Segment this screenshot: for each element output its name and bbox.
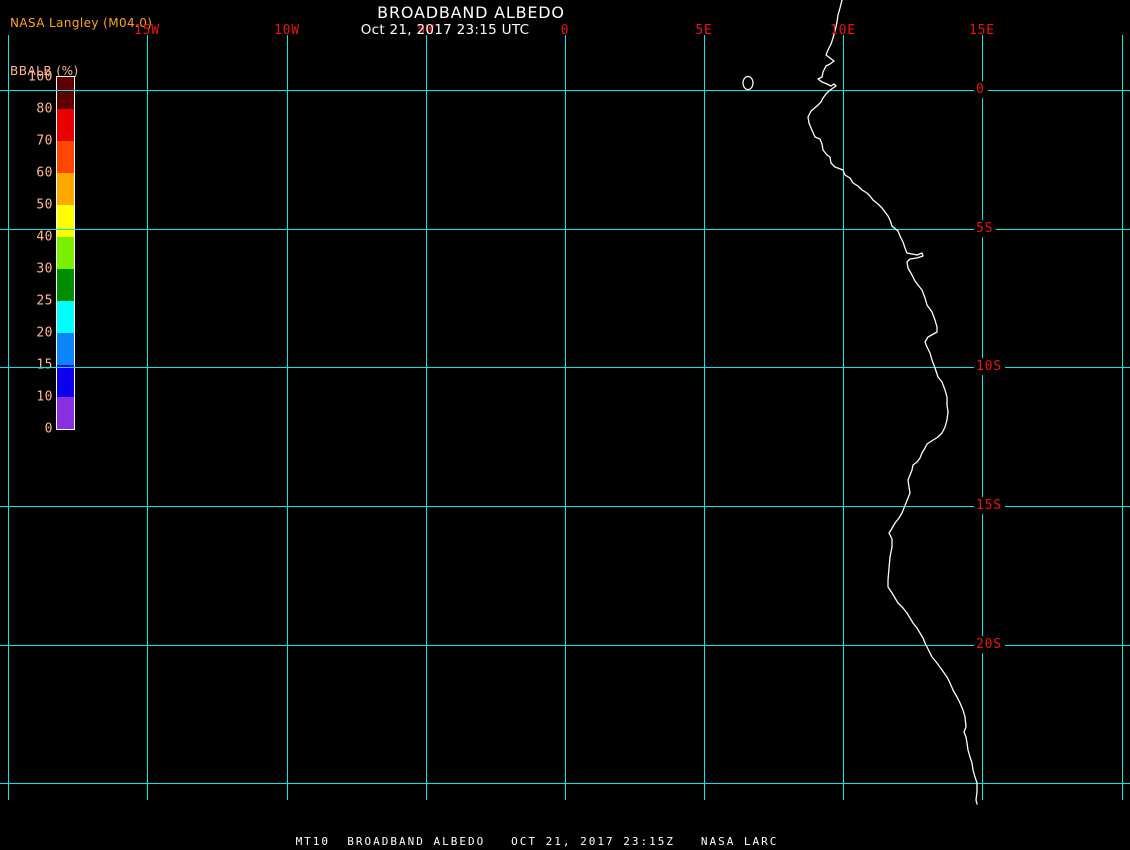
sao-tome-island-outline: [742, 75, 754, 91]
africa-west-coastline: [807, 0, 978, 805]
lat-label-0: 0: [974, 81, 988, 99]
albedo-map-screen: NASA Langley (M04.0) BROADBAND ALBEDO Oc…: [0, 0, 1130, 850]
lat-label-15S: 15S: [974, 497, 1005, 515]
lon-label-15W: 15W: [134, 23, 160, 38]
lat-label-10S: 10S: [974, 358, 1005, 376]
page-subtitle-timestamp: Oct 21, 2017 23:15 UTC: [360, 22, 530, 38]
lon-label-0: 0: [560, 23, 570, 38]
page-title: BROADBAND ALBEDO: [377, 3, 565, 22]
map-canvas: [0, 0, 1130, 805]
lon-label-10W: 10W: [274, 23, 300, 38]
lat-label-5S: 5S: [974, 220, 997, 238]
lon-label-10E: 10E: [830, 23, 856, 38]
lat-label-20S: 20S: [974, 636, 1005, 654]
lon-label-15E: 15E: [969, 23, 995, 38]
lon-label-5E: 5E: [695, 23, 713, 38]
